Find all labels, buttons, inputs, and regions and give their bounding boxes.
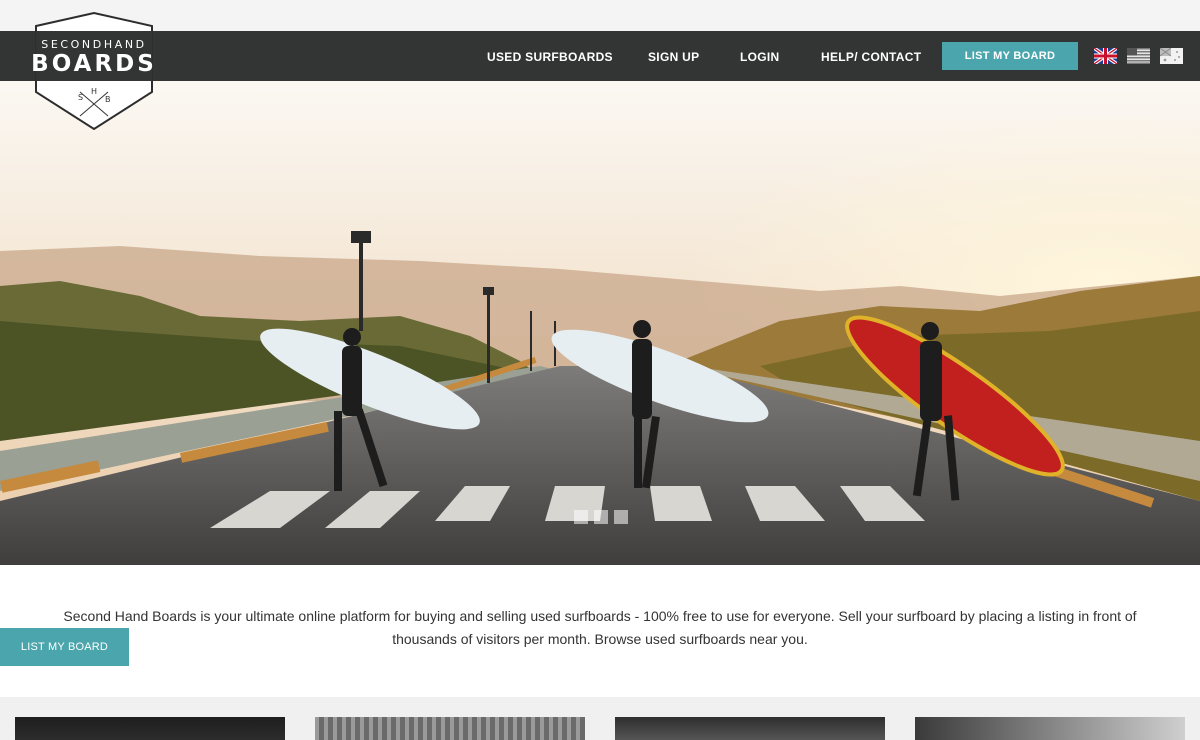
au-flag-icon[interactable] [1160,48,1183,64]
hero-image [0,81,1200,565]
nav-login[interactable]: LOGIN [740,50,780,64]
thumbnail-2[interactable] [315,717,585,740]
thumbnail-3[interactable] [615,717,885,740]
list-my-board-button[interactable]: LIST MY BOARD [942,42,1078,70]
slider-dot-2[interactable] [594,510,608,524]
top-strip [0,0,1200,31]
site-logo[interactable]: S H B SECONDHAND BOARDS [30,12,158,130]
intro-text: Second Hand Boards is your ultimate onli… [63,608,1137,647]
nav-used-surfboards[interactable]: USED SURFBOARDS [487,50,613,64]
thumbnail-4[interactable] [915,717,1185,740]
uk-flag-icon[interactable] [1094,48,1117,64]
logo-monogram-s: S [78,93,83,102]
list-my-board-side-button[interactable]: LIST MY BOARD [0,628,129,666]
surfers-road-photo [0,81,1200,565]
slider-dot-3[interactable] [614,510,628,524]
logo-main-text: BOARDS [31,51,157,77]
logo-top-text: SECONDHAND [41,38,147,51]
logo-monogram-h: H [91,87,97,96]
nav-help-contact[interactable]: HELP/ CONTACT [821,50,921,64]
us-flag-icon[interactable] [1127,48,1150,64]
slider-dot-1[interactable] [574,510,588,524]
logo-monogram-b: B [105,95,111,104]
thumbnail-1[interactable] [15,717,285,740]
nav-sign-up[interactable]: SIGN UP [648,50,699,64]
